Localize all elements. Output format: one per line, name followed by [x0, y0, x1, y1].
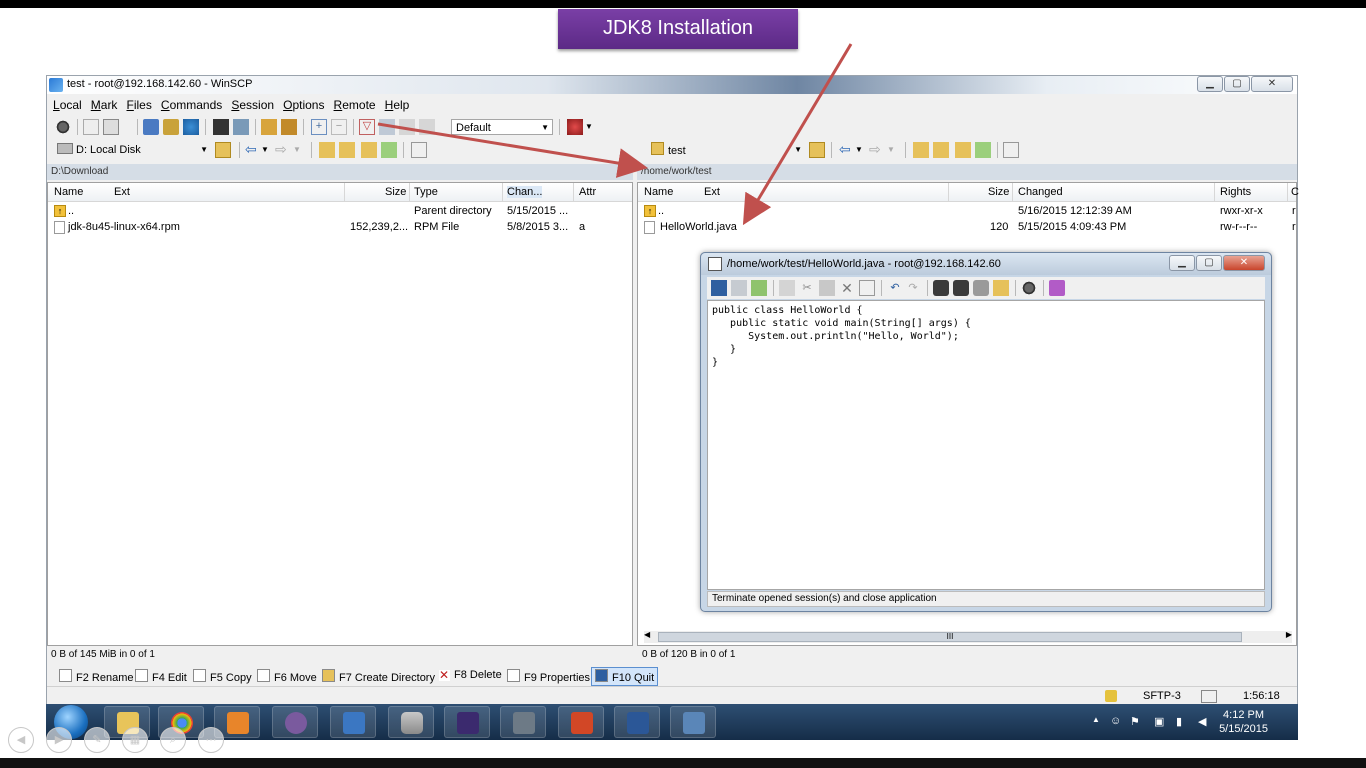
taskbar-text-editor[interactable]: [330, 706, 376, 738]
text-editor-icon: [343, 712, 365, 734]
taskbar-pidgin[interactable]: [272, 706, 318, 738]
taskbar-database[interactable]: [388, 706, 434, 738]
lock-icon: [513, 712, 535, 734]
outlook-icon: [227, 712, 249, 734]
arrow-to-helloworld: [742, 43, 853, 226]
bottom-black-bar: [0, 758, 1366, 768]
java-ee-ide-icon: [457, 712, 479, 734]
usb-device-icon[interactable]: ▣: [1154, 715, 1164, 728]
clock-time: 4:12 PM: [1223, 709, 1265, 721]
pidgin-icon: [285, 712, 307, 734]
slide-prev-icon[interactable]: ◀: [8, 727, 34, 753]
slide-pen-icon[interactable]: ✎: [84, 727, 110, 753]
taskbar-remote-desktop[interactable]: [670, 706, 716, 738]
system-clock[interactable]: 4:12 PM 5/15/2015: [1219, 708, 1268, 736]
action-center-flag-icon[interactable]: ⚑: [1130, 715, 1140, 728]
volume-icon[interactable]: ◀: [1198, 715, 1206, 728]
tray-expand-icon[interactable]: ▲: [1092, 715, 1100, 724]
annotation-arrows: [377, 43, 853, 226]
slide-grid-icon[interactable]: ▦: [122, 727, 148, 753]
taskbar-vpn[interactable]: [500, 706, 546, 738]
powerpoint-icon: [571, 712, 593, 734]
slide-zoom-icon[interactable]: ⌕: [160, 727, 186, 753]
remote-desktop-icon: [683, 712, 705, 734]
windows-taskbar: ▲ ☺ ⚑ ▣ ▮ ◀ 4:12 PM 5/15/2015: [46, 704, 1298, 740]
taskbar-java-ee-ide[interactable]: [444, 706, 490, 738]
slide-more-icon[interactable]: ⋯: [198, 727, 224, 753]
taskbar-powerpoint[interactable]: [558, 706, 604, 738]
arrow-to-remote-path: [377, 122, 648, 178]
slide-next-icon[interactable]: ▶: [46, 727, 72, 753]
clock-date: 5/15/2015: [1219, 723, 1268, 735]
emoji-tray-icon[interactable]: ☺: [1110, 715, 1121, 727]
word-icon: [627, 712, 649, 734]
network-signal-icon[interactable]: ▮: [1176, 715, 1182, 728]
taskbar-word[interactable]: [614, 706, 660, 738]
database-icon: [401, 712, 423, 734]
